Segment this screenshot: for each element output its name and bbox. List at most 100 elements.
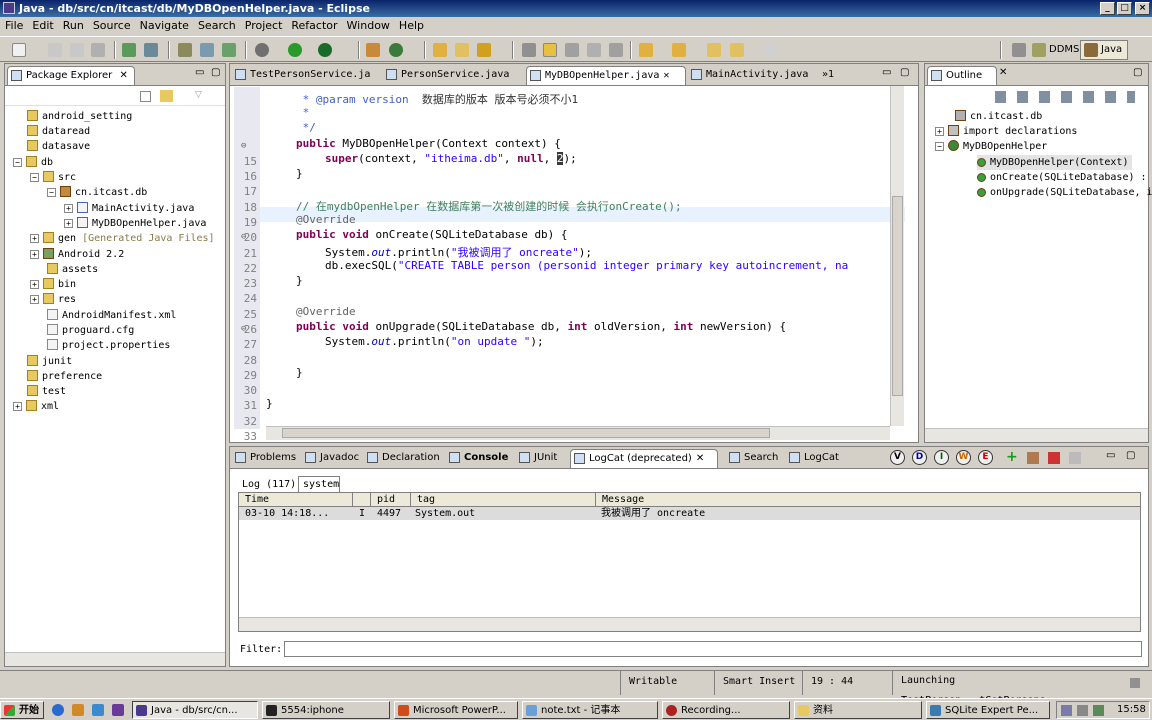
block-selection-icon[interactable] (565, 43, 579, 57)
scrollbar-thumb[interactable] (892, 196, 903, 396)
file-mydbopenhelper[interactable]: + MyDBOpenHelper.java (64, 216, 206, 231)
filter-input[interactable] (284, 641, 1142, 657)
folder-gen[interactable]: + gen [Generated Java Files] (30, 231, 215, 246)
minimize-view-icon[interactable]: ▭ (1106, 450, 1115, 461)
tab-personservice[interactable]: PersonService.java (383, 66, 523, 85)
clear-log-icon[interactable] (1069, 452, 1081, 464)
expand-toggle-icon[interactable]: + (13, 402, 22, 411)
project-dataread[interactable]: dataread (27, 124, 90, 139)
library-android[interactable]: + Android 2.2 (30, 247, 124, 262)
package-explorer-tab[interactable]: Package Explorer ✕ (7, 66, 135, 85)
close-icon[interactable]: ✕ (999, 67, 1007, 78)
run-icon[interactable] (288, 43, 302, 57)
collapse-toggle-icon[interactable]: − (30, 173, 39, 182)
collapse-toggle-icon[interactable]: − (13, 158, 22, 167)
editor-vertical-scrollbar[interactable] (890, 86, 904, 426)
next-annotation-icon[interactable] (639, 43, 653, 57)
quicklaunch-media-icon[interactable] (112, 704, 124, 716)
close-icon[interactable]: ✕ (696, 453, 704, 464)
expand-toggle-icon[interactable]: + (64, 204, 73, 213)
new-class-icon[interactable] (366, 43, 380, 57)
paragraph-icon[interactable] (609, 43, 623, 57)
table-row[interactable]: 03-10 14:18... I 4497 System.out 我被调用了 o… (239, 507, 1140, 520)
menu-edit[interactable]: Edit (32, 19, 53, 32)
editor-horizontal-scrollbar[interactable] (266, 426, 890, 440)
collapse-toggle-icon[interactable]: − (47, 188, 56, 197)
tab-overflow[interactable]: »1 (818, 66, 848, 85)
tab-problems[interactable]: Problems (232, 449, 300, 468)
maximize-view-icon[interactable]: ▢ (900, 67, 909, 78)
tray-volume-icon[interactable] (1077, 705, 1088, 716)
clock[interactable]: 15:58 (1117, 704, 1146, 715)
project-android-setting[interactable]: android_setting (27, 109, 132, 124)
outline-package[interactable]: cn.itcast.db (955, 109, 1042, 124)
fold-collapse-icon[interactable]: ⊖ (241, 324, 246, 334)
project-preference[interactable]: preference (27, 369, 102, 384)
project-xml[interactable]: + xml (13, 399, 59, 414)
tab-search[interactable]: Search (726, 449, 784, 468)
minimize-button[interactable]: _ (1100, 2, 1115, 15)
expand-toggle-icon[interactable]: + (935, 127, 944, 136)
maximize-view-icon[interactable]: ▢ (1133, 67, 1142, 78)
external-tools-icon[interactable] (318, 43, 332, 57)
horizontal-scrollbar[interactable] (925, 428, 1148, 442)
file-project-properties[interactable]: project.properties (47, 338, 170, 353)
annotation-icon[interactable] (522, 43, 536, 57)
outline-onupgrade[interactable]: onUpgrade(SQLiteDatabase, ir (977, 185, 1152, 200)
menu-help[interactable]: Help (399, 19, 424, 32)
tray-network-icon[interactable] (1061, 705, 1072, 716)
close-icon[interactable]: ✕ (119, 70, 127, 81)
tab-logcat[interactable]: LogCat (786, 449, 844, 468)
file-mainactivity[interactable]: + MainActivity.java (64, 201, 194, 216)
subtab-system[interactable]: system (298, 476, 340, 492)
tab-javadoc[interactable]: Javadoc (302, 449, 362, 468)
maximize-view-icon[interactable]: ▢ (1126, 450, 1135, 461)
file-proguard[interactable]: proguard.cfg (47, 323, 134, 338)
project-db[interactable]: − db (13, 155, 53, 170)
add-filter-icon[interactable]: + (1006, 450, 1020, 465)
edit-filter-icon[interactable] (1027, 452, 1039, 464)
outline-constructor[interactable]: MyDBOpenHelper(Context) (977, 155, 1133, 170)
quicklaunch-ie-icon[interactable] (52, 704, 64, 716)
column-tag[interactable]: tag (411, 493, 596, 507)
link-with-editor-icon[interactable] (160, 90, 173, 102)
column-level[interactable] (353, 493, 371, 507)
maximize-button[interactable]: □ (1117, 2, 1132, 15)
minimize-view-icon[interactable]: ▭ (882, 67, 891, 78)
ddms-perspective-label[interactable]: DDMS (1049, 44, 1079, 55)
subtab-log[interactable]: Log (117) (238, 477, 298, 492)
expand-toggle-icon[interactable]: + (30, 250, 39, 259)
expand-toggle-icon[interactable]: + (30, 234, 39, 243)
collapse-toggle-icon[interactable]: − (935, 142, 944, 151)
start-button[interactable]: 开始 (0, 701, 44, 719)
folder-bin[interactable]: + bin (30, 277, 76, 292)
task-folder[interactable]: 资料 (794, 701, 922, 719)
folder-src[interactable]: − src (30, 170, 76, 185)
search-icon[interactable] (477, 43, 491, 57)
menu-project[interactable]: Project (245, 19, 283, 32)
outline-oncreate[interactable]: onCreate(SQLiteDatabase) : v (977, 170, 1152, 185)
verbose-button[interactable]: V (890, 450, 905, 465)
tab-console[interactable]: Console (446, 449, 514, 468)
task-notepad[interactable]: note.txt - 记事本 (522, 701, 658, 719)
column-message[interactable]: Message (596, 493, 1141, 507)
outline-class[interactable]: − MyDBOpenHelper (935, 139, 1047, 154)
mark-occurrences-icon[interactable] (543, 43, 557, 57)
open-type-icon[interactable] (433, 43, 447, 57)
menu-run[interactable]: Run (63, 19, 84, 32)
fold-collapse-icon[interactable]: ⊖ (241, 141, 246, 151)
collapse-all-icon[interactable] (140, 91, 151, 102)
folder-assets[interactable]: assets (47, 262, 98, 277)
outline-imports[interactable]: + import declarations (935, 124, 1077, 139)
minimize-view-icon[interactable]: ▭ (195, 67, 204, 78)
open-perspective-icon[interactable] (1012, 43, 1026, 57)
menu-search[interactable]: Search (198, 19, 236, 32)
package-cn-itcast-db[interactable]: − cn.itcast.db (47, 185, 147, 200)
new-package-icon[interactable] (389, 43, 403, 57)
expand-toggle-icon[interactable]: + (30, 295, 39, 304)
task-eclipse[interactable]: Java - db/src/cn... (132, 701, 258, 719)
menu-file[interactable]: File (5, 19, 23, 32)
column-time[interactable]: Time (239, 493, 353, 507)
folder-res[interactable]: + res (30, 292, 76, 307)
menu-window[interactable]: Window (347, 19, 390, 32)
